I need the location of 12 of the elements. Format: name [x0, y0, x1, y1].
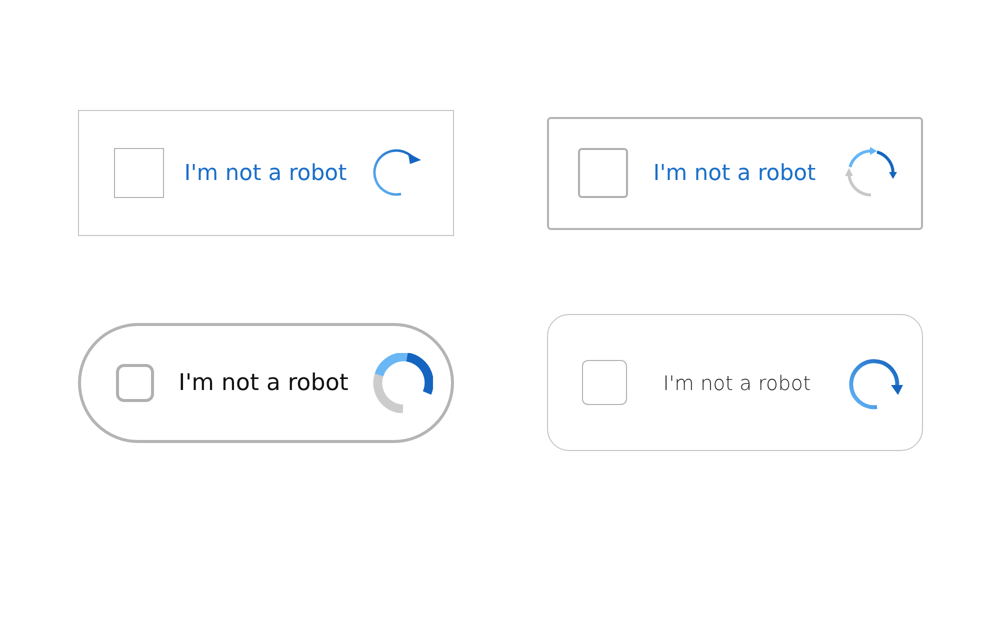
checkbox[interactable]	[578, 148, 628, 198]
refresh-icon	[845, 147, 897, 196]
checkbox[interactable]	[582, 360, 627, 405]
refresh-icon	[849, 358, 903, 409]
checkbox-label: I'm not a robot	[652, 160, 817, 186]
checkbox[interactable]	[116, 364, 154, 402]
checkbox-label: I'm not a robot	[183, 160, 348, 186]
loading-ring-icon	[373, 352, 433, 412]
checkbox-label: I'm not a robot	[662, 370, 812, 394]
checkbox[interactable]	[114, 148, 164, 198]
refresh-icon	[373, 149, 421, 196]
checkbox-label: I'm not a robot	[178, 370, 350, 396]
